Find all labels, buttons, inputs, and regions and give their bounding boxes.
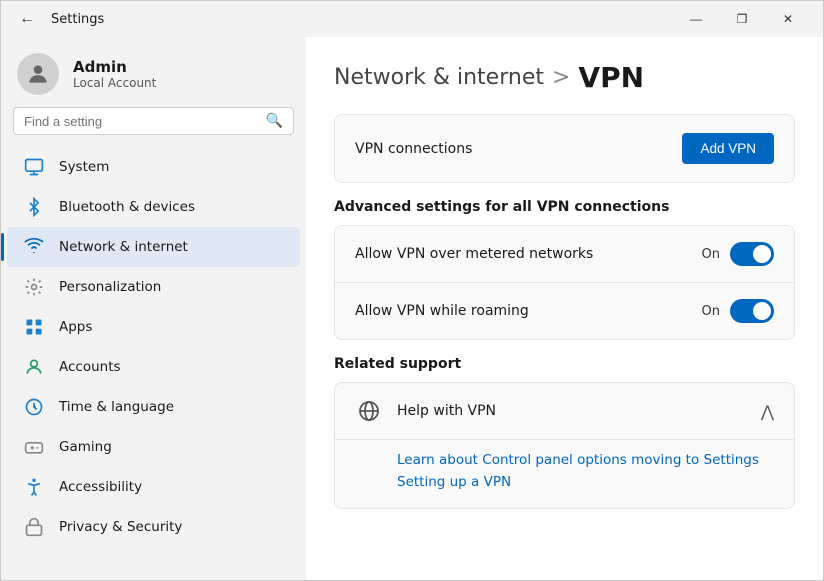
setting-row-metered: Allow VPN over metered networks On: [335, 226, 794, 282]
help-row[interactable]: Help with VPN ⋀: [335, 383, 794, 439]
sidebar-item-apps-label: Apps: [59, 319, 92, 335]
search-box: 🔍: [13, 107, 294, 135]
metered-network-label: Allow VPN over metered networks: [355, 246, 593, 262]
chevron-up-icon: ⋀: [761, 402, 774, 421]
advanced-settings-title: Advanced settings for all VPN connection…: [334, 199, 795, 215]
vpn-connections-card: VPN connections Add VPN: [334, 114, 795, 183]
sidebar-item-gaming-label: Gaming: [59, 439, 112, 455]
sidebar: Admin Local Account 🔍 System: [1, 37, 306, 580]
add-vpn-button[interactable]: Add VPN: [682, 133, 774, 164]
accounts-icon: [23, 356, 45, 378]
titlebar-controls: — ❐ ✕: [673, 4, 811, 34]
user-info: Admin Local Account: [73, 58, 156, 90]
back-button[interactable]: ←: [13, 8, 41, 30]
titlebar-title: Settings: [51, 12, 104, 27]
breadcrumb: Network & internet > VPN: [334, 61, 795, 94]
sidebar-item-accounts-label: Accounts: [59, 359, 121, 375]
sidebar-item-network-label: Network & internet: [59, 239, 188, 255]
avatar: [17, 53, 59, 95]
vpn-connections-row: VPN connections Add VPN: [335, 115, 794, 182]
personalization-icon: [23, 276, 45, 298]
close-button[interactable]: ✕: [765, 4, 811, 34]
bluetooth-icon: [23, 196, 45, 218]
sidebar-nav: System Bluetooth & devices Network & int…: [1, 147, 306, 547]
search-icon: 🔍: [266, 113, 283, 129]
help-label: Help with VPN: [397, 403, 496, 419]
titlebar-left: ← Settings: [13, 8, 104, 30]
related-support-title: Related support: [334, 356, 795, 372]
apps-icon: [23, 316, 45, 338]
support-card: Help with VPN ⋀ Learn about Control pane…: [334, 382, 795, 509]
main-content: Network & internet > VPN VPN connections…: [306, 37, 823, 580]
sidebar-item-privacy-label: Privacy & Security: [59, 519, 182, 535]
roaming-label: Allow VPN while roaming: [355, 303, 529, 319]
network-icon: [23, 236, 45, 258]
advanced-settings-card: Allow VPN over metered networks On Allow…: [334, 225, 795, 340]
sidebar-item-privacy[interactable]: Privacy & Security: [7, 507, 300, 547]
search-container: 🔍: [1, 107, 306, 147]
support-links: Learn about Control panel options moving…: [335, 439, 794, 508]
roaming-toggle[interactable]: [730, 299, 774, 323]
setting-row-roaming: Allow VPN while roaming On: [335, 282, 794, 339]
sidebar-item-accessibility[interactable]: Accessibility: [7, 467, 300, 507]
search-input[interactable]: [24, 114, 258, 129]
sidebar-item-apps[interactable]: Apps: [7, 307, 300, 347]
user-type: Local Account: [73, 76, 156, 90]
sidebar-item-personalization-label: Personalization: [59, 279, 161, 295]
support-link-control-panel[interactable]: Learn about Control panel options moving…: [397, 452, 774, 468]
metered-state-label: On: [702, 247, 720, 262]
breadcrumb-separator: >: [552, 65, 570, 90]
accessibility-icon: [23, 476, 45, 498]
help-globe-icon: [355, 397, 383, 425]
user-section: Admin Local Account: [1, 37, 306, 107]
privacy-icon: [23, 516, 45, 538]
roaming-toggle-group: On: [702, 299, 774, 323]
sidebar-item-time-label: Time & language: [59, 399, 174, 415]
settings-window: ← Settings — ❐ ✕ Admin Local Accoun: [0, 0, 824, 581]
maximize-button[interactable]: ❐: [719, 4, 765, 34]
main-layout: Admin Local Account 🔍 System: [1, 37, 823, 580]
sidebar-item-personalization[interactable]: Personalization: [7, 267, 300, 307]
sidebar-item-accessibility-label: Accessibility: [59, 479, 142, 495]
metered-toggle[interactable]: [730, 242, 774, 266]
breadcrumb-parent[interactable]: Network & internet: [334, 65, 544, 90]
sidebar-item-time[interactable]: Time & language: [7, 387, 300, 427]
sidebar-item-bluetooth-label: Bluetooth & devices: [59, 199, 195, 215]
sidebar-item-system[interactable]: System: [7, 147, 300, 187]
sidebar-item-gaming[interactable]: Gaming: [7, 427, 300, 467]
roaming-state-label: On: [702, 304, 720, 319]
time-icon: [23, 396, 45, 418]
support-link-setup-vpn[interactable]: Setting up a VPN: [397, 474, 774, 490]
gaming-icon: [23, 436, 45, 458]
metered-toggle-group: On: [702, 242, 774, 266]
sidebar-item-bluetooth[interactable]: Bluetooth & devices: [7, 187, 300, 227]
breadcrumb-current: VPN: [578, 61, 644, 94]
vpn-connections-label: VPN connections: [355, 141, 472, 157]
sidebar-item-network[interactable]: Network & internet: [7, 227, 300, 267]
minimize-button[interactable]: —: [673, 4, 719, 34]
help-row-left: Help with VPN: [355, 397, 496, 425]
sidebar-item-system-label: System: [59, 159, 109, 175]
user-name: Admin: [73, 58, 156, 76]
system-icon: [23, 156, 45, 178]
sidebar-item-accounts[interactable]: Accounts: [7, 347, 300, 387]
titlebar: ← Settings — ❐ ✕: [1, 1, 823, 37]
